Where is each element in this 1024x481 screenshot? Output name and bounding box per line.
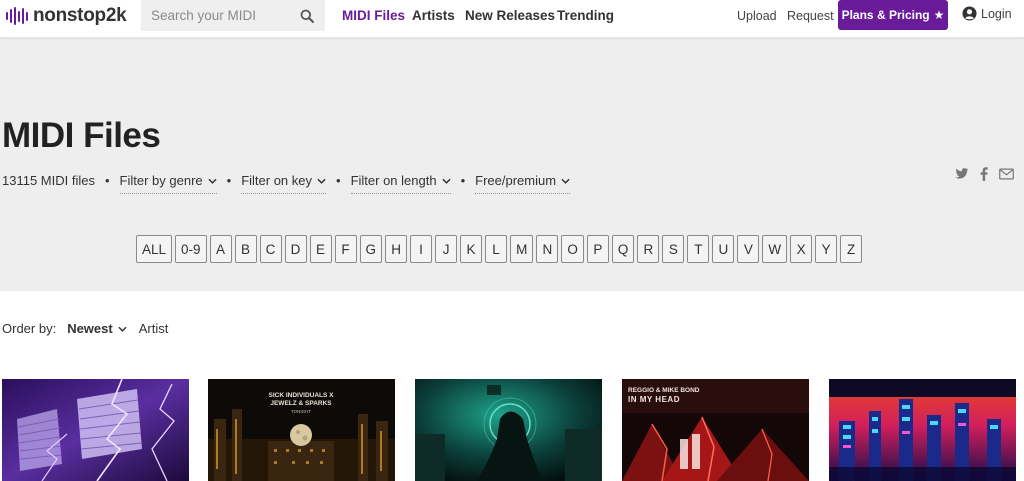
card-artist-line-1: SICK INDIVIDUALS X [268, 392, 334, 399]
alpha-button-p[interactable]: P [586, 235, 609, 263]
order-newest-label: Newest [67, 321, 113, 336]
plans-pricing-label: Plans & Pricing [841, 8, 930, 22]
search-icon[interactable] [300, 9, 314, 23]
alpha-button-k[interactable]: K [460, 235, 483, 263]
order-by-bar: Order by: Newest Artist [2, 321, 168, 336]
star-icon: ★ [933, 8, 945, 22]
alpha-button-z[interactable]: Z [840, 235, 863, 263]
chevron-down-icon [208, 178, 217, 184]
mail-icon[interactable] [999, 168, 1014, 180]
alpha-button-c[interactable]: C [259, 235, 282, 263]
alpha-button-h[interactable]: H [385, 235, 408, 263]
separator-dot: • [460, 173, 466, 188]
alpha-button-i[interactable]: I [410, 235, 433, 263]
alpha-button-w[interactable]: W [762, 235, 788, 263]
site-logo[interactable]: nonstop2k [6, 5, 127, 26]
filter-key-dropdown[interactable]: Filter on key [241, 172, 326, 194]
nav-new-releases[interactable]: New Releases [465, 8, 555, 23]
nav-artists[interactable]: Artists [412, 8, 455, 23]
order-artist-option[interactable]: Artist [139, 321, 169, 336]
card-artist-line-1: REGGIO & MIKE BOND [628, 387, 700, 394]
filter-length-label: Filter on length [350, 173, 437, 188]
midi-count: 13115 MIDI files [2, 173, 95, 188]
midi-card[interactable]: REGGIO & MIKE BOND IN MY HEAD [622, 379, 809, 481]
order-newest-dropdown[interactable]: Newest [67, 321, 127, 336]
midi-card[interactable] [2, 379, 189, 481]
alpha-button-a[interactable]: A [209, 235, 232, 263]
facebook-icon[interactable] [980, 167, 988, 181]
search-input[interactable] [151, 8, 301, 23]
logo-text: nonstop2k [33, 5, 127, 26]
alpha-button-n[interactable]: N [536, 235, 559, 263]
alpha-button-f[interactable]: F [334, 235, 357, 263]
login-link[interactable]: Login [962, 6, 1012, 21]
nav-trending[interactable]: Trending [557, 8, 614, 23]
chevron-down-icon [118, 326, 127, 332]
page-header: MIDI Files 13115 MIDI files • Filter by … [0, 38, 1024, 291]
separator-dot: • [336, 173, 341, 188]
purple-lightning-building-artwork [2, 379, 189, 481]
upload-link[interactable]: Upload [737, 9, 777, 23]
user-icon [962, 6, 977, 21]
filter-bar: 13115 MIDI files • Filter by genre • Fil… [2, 172, 571, 196]
neon-cityscape-artwork [829, 379, 1016, 481]
chevron-down-icon [561, 178, 570, 184]
page-title: MIDI Files [2, 116, 161, 155]
chevron-down-icon [317, 178, 326, 184]
alpha-button-o[interactable]: O [561, 235, 584, 263]
nav-midi-files[interactable]: MIDI Files [342, 8, 405, 23]
green-hooded-figure-artwork [415, 379, 602, 481]
alpha-button-t[interactable]: T [687, 235, 710, 263]
midi-card[interactable]: SICK INDIVIDUALS X JEWELZ & SPARKS TONIG… [208, 379, 395, 481]
alpha-button-e[interactable]: E [309, 235, 332, 263]
alphabet-filter: ALL 0-9 A B C D E F G H I J K L M N O P Q R S T U V W X Y Z [136, 235, 863, 263]
alpha-button-l[interactable]: L [485, 235, 508, 263]
alpha-button-q[interactable]: Q [611, 235, 635, 263]
alpha-button-j[interactable]: J [435, 235, 458, 263]
twitter-icon[interactable] [955, 168, 969, 180]
midi-card[interactable] [415, 379, 602, 481]
alpha-button-y[interactable]: Y [815, 235, 838, 263]
filter-genre-dropdown[interactable]: Filter by genre [119, 172, 217, 194]
filter-key-label: Filter on key [241, 173, 312, 188]
dark-city-moon-artwork: SICK INDIVIDUALS X JEWELZ & SPARKS TONIG… [208, 379, 395, 481]
login-label: Login [981, 6, 1012, 21]
alpha-button-g[interactable]: G [359, 235, 383, 263]
alpha-button-all[interactable]: ALL [136, 235, 173, 263]
share-icons [955, 167, 1014, 181]
plans-pricing-button[interactable]: Plans & Pricing ★ [838, 0, 948, 30]
alpha-button-s[interactable]: S [662, 235, 685, 263]
waveform-logo-icon [6, 7, 28, 25]
card-artist-line-2: JEWELZ & SPARKS [270, 400, 332, 407]
midi-card[interactable] [829, 379, 1016, 481]
alpha-button-v[interactable]: V [737, 235, 760, 263]
filter-premium-label: Free/premium [475, 173, 557, 188]
alpha-button-r[interactable]: R [637, 235, 660, 263]
top-navbar: nonstop2k MIDI Files Artists New Release… [0, 0, 1024, 38]
alpha-button-b[interactable]: B [234, 235, 257, 263]
red-mountains-artwork: REGGIO & MIKE BOND IN MY HEAD [622, 379, 809, 481]
filter-length-dropdown[interactable]: Filter on length [350, 172, 451, 194]
alpha-button-u[interactable]: U [712, 235, 735, 263]
alpha-button-x[interactable]: X [790, 235, 813, 263]
chevron-down-icon [441, 178, 451, 184]
search-box [141, 0, 325, 31]
filter-genre-label: Filter by genre [119, 173, 203, 188]
card-title: TONIGHT [291, 409, 311, 414]
filter-premium-dropdown[interactable]: Free/premium [475, 172, 571, 194]
alpha-button-m[interactable]: M [510, 235, 534, 263]
separator-dot: • [226, 173, 232, 188]
alpha-button-0-9[interactable]: 0-9 [175, 235, 207, 263]
order-by-label: Order by: [2, 321, 57, 336]
separator-dot: • [104, 173, 110, 188]
card-title: IN MY HEAD [628, 395, 680, 404]
alpha-button-d[interactable]: D [284, 235, 307, 263]
request-link[interactable]: Request [787, 9, 834, 23]
